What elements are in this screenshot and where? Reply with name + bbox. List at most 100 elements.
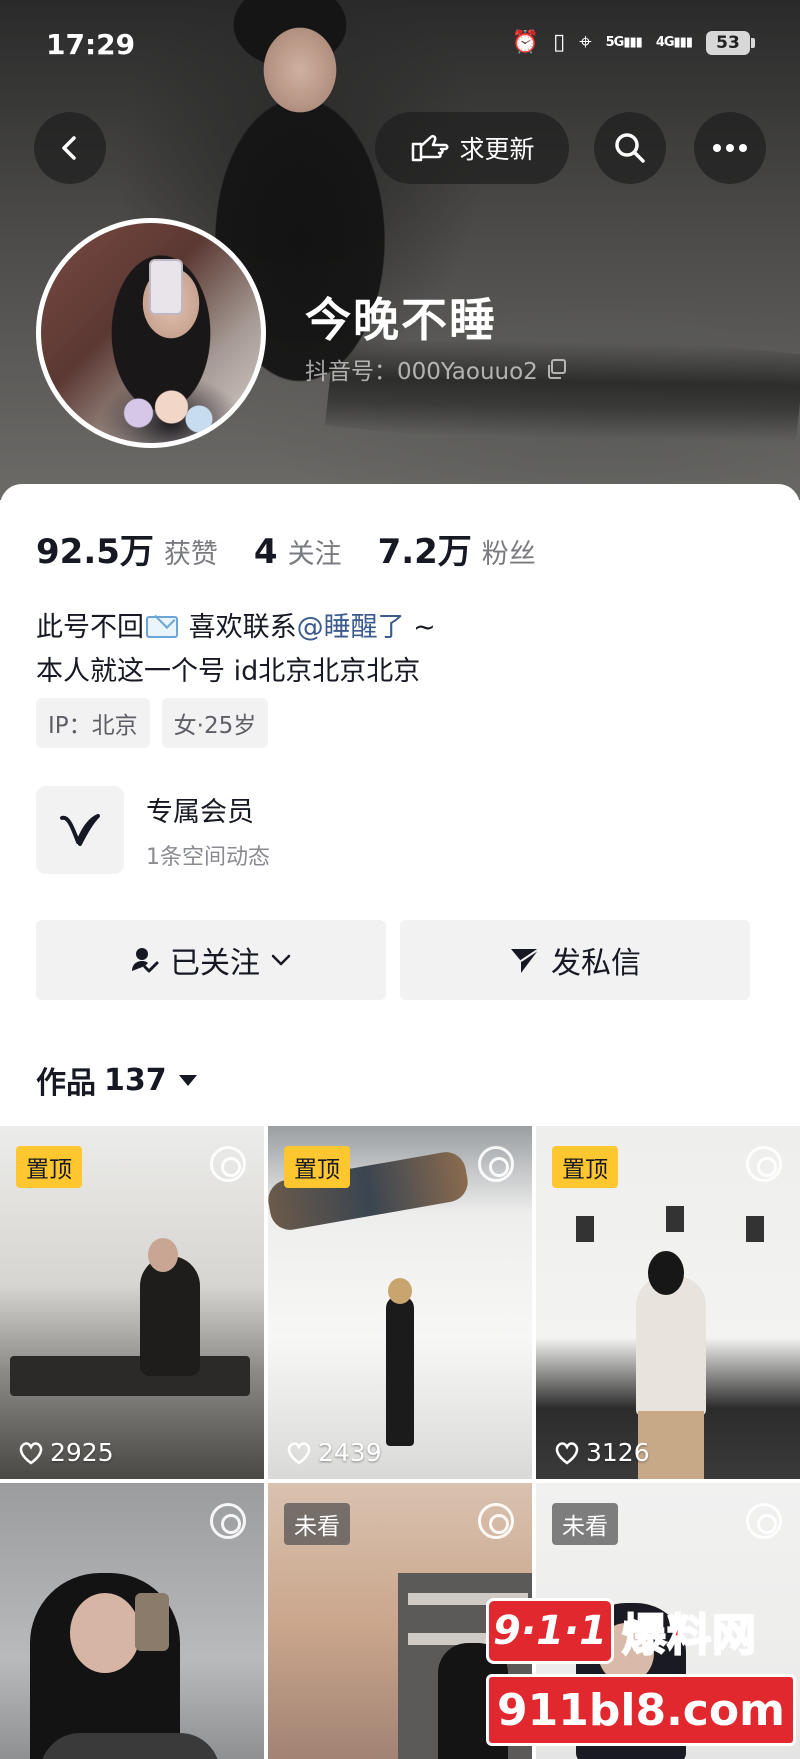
signal-5g-label: 5G <box>605 35 625 50</box>
tile-photo-detail <box>746 1216 764 1242</box>
caret-down-icon <box>178 1074 197 1086</box>
more-button[interactable] <box>694 112 766 184</box>
vibrate-icon: ▯ <box>553 30 566 55</box>
back-icon <box>62 136 76 160</box>
tile-likes-count: 3126 <box>586 1438 650 1467</box>
ip-location-tag: IP：北京 <box>36 698 150 748</box>
tile-photo-detail <box>148 1238 178 1272</box>
tile-likes-count: 2439 <box>318 1438 382 1467</box>
live-photo-icon <box>210 1146 246 1182</box>
bio-line-1-suffix: ~ <box>404 612 436 643</box>
hand-point-icon <box>412 134 449 162</box>
avatar-photo-detail <box>149 259 183 315</box>
send-message-button[interactable]: 发私信 <box>400 920 750 1000</box>
member-text: 专属会员 1条空间动态 <box>146 790 270 871</box>
stat-followers-value: 7.2万 <box>377 532 472 572</box>
watermark-logo-text: 爆料网 <box>621 1609 757 1662</box>
works-count: 137 <box>104 1062 167 1098</box>
bio-mention-link[interactable]: @睡醒了 <box>297 612 405 643</box>
tile-photo-detail <box>636 1276 706 1416</box>
request-update-button[interactable]: 求更新 <box>375 112 569 184</box>
watermark-logo-badge: 9·1·1 <box>486 1598 614 1664</box>
douyin-id-text: 抖音号：000Yaouuo2 <box>305 359 538 385</box>
send-message-label: 发私信 <box>551 946 641 981</box>
unseen-badge: 未看 <box>284 1503 350 1545</box>
mail-emoji-icon <box>146 616 178 638</box>
tile-photo-detail <box>10 1356 250 1396</box>
bio-line-1-middle: 喜欢联系 <box>180 612 297 643</box>
stat-following-label: 关注 <box>287 539 342 570</box>
tile-likes: 2925 <box>18 1438 114 1467</box>
search-icon <box>615 133 645 163</box>
stat-followers[interactable]: 7.2万 粉丝 <box>378 524 536 573</box>
battery-icon: 53 <box>706 30 755 55</box>
tile-photo-detail <box>576 1216 594 1242</box>
stat-following[interactable]: 4 关注 <box>254 532 342 572</box>
vip-v-icon <box>36 786 124 874</box>
heart-icon <box>287 1441 311 1465</box>
works-label: 作品 <box>36 1066 96 1101</box>
search-button[interactable] <box>594 112 666 184</box>
avatar-photo-flowers <box>111 383 221 443</box>
douyin-id[interactable]: 抖音号：000Yaouuo2 <box>305 352 568 386</box>
live-photo-icon <box>478 1146 514 1182</box>
bio-line-1-prefix: 此号不回 <box>36 612 144 643</box>
heart-icon <box>19 1441 43 1465</box>
status-bar: 17:29 ⏰ ▯ ⌖ 5G▮▮▮ 4G▮▮▮ 53 <box>0 0 800 90</box>
member-subtitle: 1条空间动态 <box>146 844 270 870</box>
work-tile[interactable]: 置顶 2925 <box>0 1126 264 1479</box>
member-title: 专属会员 <box>146 796 254 828</box>
tile-photo-detail <box>135 1593 169 1651</box>
status-time: 17:29 <box>46 28 136 61</box>
profile-tags: IP：北京 女·25岁 <box>36 698 269 748</box>
works-tab[interactable]: 作品 137 <box>36 1058 197 1102</box>
request-update-label: 求更新 <box>459 135 535 164</box>
tile-likes: 3126 <box>554 1438 650 1467</box>
stat-followers-label: 粉丝 <box>481 539 536 570</box>
work-tile[interactable]: 置顶 2439 <box>268 1126 532 1479</box>
profile-name: 今晚不睡 <box>305 293 497 347</box>
tile-photo-detail <box>70 1593 140 1673</box>
profile-bio: 此号不回 喜欢联系@睡醒了 ~ 本人就这一个号 id北京北京北京 <box>36 606 436 694</box>
avatar[interactable] <box>36 218 266 448</box>
tile-likes: 2439 <box>286 1438 382 1467</box>
following-label: 已关注 <box>170 946 260 981</box>
live-photo-icon <box>746 1503 782 1539</box>
user-check-icon <box>132 948 159 973</box>
chevron-down-icon <box>271 954 291 966</box>
tile-photo-detail <box>666 1206 684 1232</box>
stat-likes[interactable]: 92.5万 获赞 <box>36 524 218 573</box>
profile-stats: 92.5万 获赞 4 关注 7.2万 粉丝 <box>36 524 572 573</box>
work-tile[interactable]: 置顶 3126 <box>536 1126 800 1479</box>
tile-photo-detail <box>386 1296 414 1446</box>
stat-likes-label: 获赞 <box>163 539 218 570</box>
signal-4g-label: 4G <box>655 35 675 50</box>
heart-icon <box>555 1441 579 1465</box>
stat-likes-value: 92.5万 <box>36 532 154 572</box>
back-button[interactable] <box>34 112 106 184</box>
site-watermark: 9·1·1 爆料网 911bl8.com <box>486 1598 796 1754</box>
unseen-badge: 未看 <box>552 1503 618 1545</box>
work-tile[interactable] <box>0 1483 264 1759</box>
stat-following-value: 4 <box>253 532 278 572</box>
live-photo-icon <box>478 1503 514 1539</box>
watermark-url: 911bl8.com <box>486 1674 796 1746</box>
pinned-badge: 置顶 <box>16 1146 82 1188</box>
send-icon <box>511 948 540 973</box>
pinned-badge: 置顶 <box>552 1146 618 1188</box>
tile-photo-detail <box>40 1733 220 1759</box>
bio-line-1: 此号不回 喜欢联系@睡醒了 ~ <box>36 606 436 650</box>
signal-5g-icon: 5G▮▮▮ <box>605 35 643 50</box>
status-icons: ⏰ ▯ ⌖ 5G▮▮▮ 4G▮▮▮ 53 <box>512 30 755 55</box>
signal-4g-icon: 4G▮▮▮ <box>655 35 693 50</box>
gender-age-tag: 女·25岁 <box>161 698 269 748</box>
copy-icon[interactable] <box>546 358 568 380</box>
tile-photo-detail <box>648 1251 684 1295</box>
location-icon: ⌖ <box>579 30 592 55</box>
live-photo-icon <box>746 1146 782 1182</box>
following-button[interactable]: 已关注 <box>36 920 386 1000</box>
bio-line-2: 本人就这一个号 id北京北京北京 <box>36 656 421 687</box>
profile-header: 17:29 ⏰ ▯ ⌖ 5G▮▮▮ 4G▮▮▮ 53 求更新 今晚不睡 抖音号：… <box>0 0 800 500</box>
tile-likes-count: 2925 <box>50 1438 114 1467</box>
exclusive-member-entry[interactable]: 专属会员 1条空间动态 <box>36 786 270 874</box>
